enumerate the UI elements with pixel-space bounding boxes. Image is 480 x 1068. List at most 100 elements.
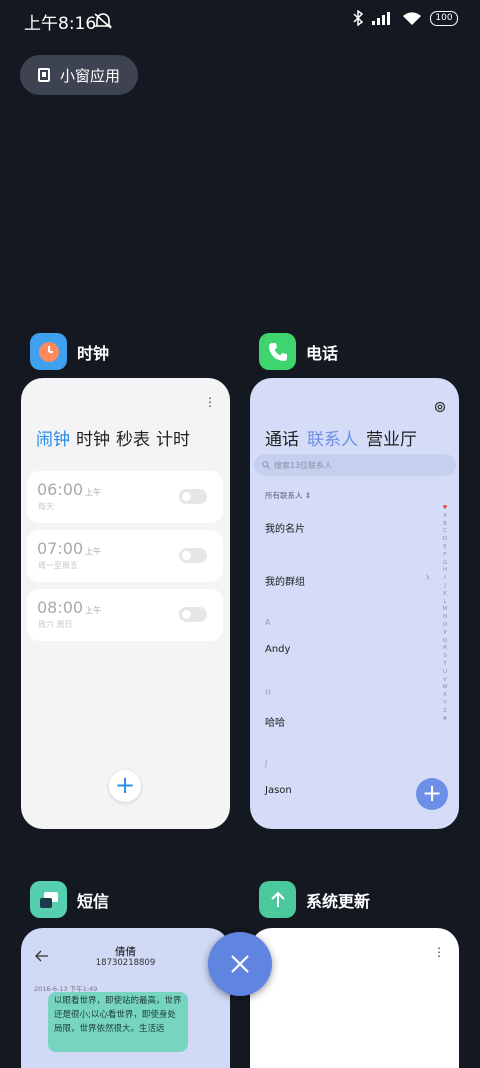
index-letter[interactable]: B bbox=[441, 521, 449, 529]
contact-name: 倩倩 bbox=[115, 946, 136, 958]
index-letter[interactable]: C bbox=[441, 528, 449, 536]
sms-app-header[interactable]: 短信 bbox=[30, 881, 109, 918]
my-groups-item[interactable]: 我的群组 › bbox=[265, 570, 430, 588]
index-letter[interactable]: Y bbox=[441, 700, 449, 708]
clock-tabs: 闹钟 时钟 秒表 计时 bbox=[36, 425, 190, 450]
index-letter[interactable]: P bbox=[441, 630, 449, 638]
sms-app-card[interactable]: 倩倩 18730218809 2016-6-13 下午1:49 以眼看世界，即使… bbox=[21, 928, 230, 1068]
update-app-name: 系统更新 bbox=[306, 891, 371, 911]
add-contact-button[interactable]: + bbox=[416, 778, 448, 810]
contact-filter-label: 所有联系人 bbox=[265, 491, 303, 500]
index-letter[interactable]: E bbox=[441, 544, 449, 552]
section-letter: H bbox=[265, 688, 272, 697]
index-letter[interactable]: G bbox=[441, 560, 449, 568]
add-alarm-button[interactable]: + bbox=[109, 770, 141, 802]
alarm-ampm: 上午 bbox=[85, 547, 102, 556]
phone-app-card[interactable]: 通话 联系人 营业厅 搜索13位联系人 所有联系人 ⇕ 我的名片 我的群组 › … bbox=[250, 378, 459, 829]
small-window-apps-button[interactable]: 小窗应用 bbox=[20, 55, 138, 95]
settings-gear-icon[interactable] bbox=[434, 401, 446, 413]
chevron-updown-icon: ⇕ bbox=[304, 491, 312, 500]
search-icon bbox=[262, 461, 270, 469]
index-letter[interactable]: L bbox=[441, 599, 449, 607]
tab-calls[interactable]: 通话 bbox=[265, 425, 299, 450]
tab-alarm[interactable]: 闹钟 bbox=[36, 425, 70, 450]
update-app-header[interactable]: 系统更新 bbox=[259, 881, 370, 918]
my-card-item[interactable]: 我的名片 bbox=[265, 520, 305, 535]
tab-service-hall[interactable]: 营业厅 bbox=[366, 425, 417, 450]
alarm-item[interactable]: 06:00 上午 每天 bbox=[27, 471, 223, 523]
alphabet-index-bar[interactable]: ♥ A B C D E F G H I J K L M N O P Q R S T U V W X Y Z # bbox=[441, 505, 449, 723]
index-letter[interactable]: H bbox=[441, 567, 449, 575]
index-letter[interactable]: M bbox=[441, 606, 449, 614]
contact-item[interactable]: Jason bbox=[265, 785, 292, 796]
section-letter: A bbox=[265, 618, 271, 627]
alarm-repeat: 周一至周五 bbox=[38, 561, 78, 570]
clock-app-icon bbox=[30, 333, 67, 370]
contact-number: 18730218809 bbox=[95, 958, 156, 968]
index-letter[interactable]: X bbox=[441, 692, 449, 700]
clock-app-card[interactable]: ⋮ 闹钟 时钟 秒表 计时 06:00 上午 每天 07:00 上午 周一至周五 0… bbox=[21, 378, 230, 829]
alarm-toggle[interactable] bbox=[179, 607, 207, 622]
index-letter[interactable]: S bbox=[441, 653, 449, 661]
notification-off-icon bbox=[94, 13, 112, 29]
index-letter[interactable]: Z bbox=[441, 708, 449, 716]
status-icons: 100 bbox=[352, 10, 458, 26]
clear-all-button[interactable] bbox=[208, 932, 272, 996]
tab-contacts[interactable]: 联系人 bbox=[307, 425, 358, 450]
alarm-time: 06:00 bbox=[37, 480, 84, 499]
alarm-time: 08:00 bbox=[37, 598, 84, 617]
close-icon bbox=[231, 955, 249, 973]
index-letter[interactable]: # bbox=[441, 716, 449, 724]
alarm-ampm: 上午 bbox=[85, 606, 102, 615]
alarm-item[interactable]: 07:00 上午 周一至周五 bbox=[27, 530, 223, 582]
tab-clock[interactable]: 时钟 bbox=[76, 425, 110, 450]
status-time: 上午8:16 bbox=[24, 14, 97, 34]
contact-search-input[interactable]: 搜索13位联系人 bbox=[254, 454, 456, 476]
wifi-icon bbox=[403, 11, 421, 25]
bluetooth-icon bbox=[353, 10, 364, 26]
alarm-repeat: 周六 周日 bbox=[38, 620, 73, 629]
index-letter[interactable]: W bbox=[441, 684, 449, 692]
alarm-toggle[interactable] bbox=[179, 489, 207, 504]
contact-item[interactable]: 哈哈 bbox=[265, 714, 285, 729]
sms-app-icon bbox=[30, 881, 67, 918]
sms-app-name: 短信 bbox=[77, 891, 110, 911]
more-menu-icon[interactable]: ⋮ bbox=[204, 396, 216, 408]
clock-app-header[interactable]: 时钟 bbox=[30, 333, 109, 370]
tab-stopwatch[interactable]: 秒表 bbox=[116, 425, 150, 450]
message-bubble[interactable]: 以眼看世界，即使站的最高，世界还是很小;以心看世界，即使身处局限，世界依然很大。… bbox=[48, 992, 188, 1052]
index-letter[interactable]: N bbox=[441, 614, 449, 622]
phone-app-name: 电话 bbox=[306, 343, 339, 363]
index-letter[interactable]: R bbox=[441, 645, 449, 653]
battery-icon: 100 bbox=[430, 10, 458, 26]
section-letter: J bbox=[265, 759, 268, 768]
index-letter[interactable]: I bbox=[441, 575, 449, 583]
alarm-repeat: 每天 bbox=[38, 502, 54, 511]
alarm-toggle[interactable] bbox=[179, 548, 207, 563]
index-letter[interactable]: ♥ bbox=[441, 505, 449, 513]
index-letter[interactable]: O bbox=[441, 622, 449, 630]
index-letter[interactable]: D bbox=[441, 536, 449, 544]
index-letter[interactable]: J bbox=[441, 583, 449, 591]
phone-app-icon bbox=[259, 333, 296, 370]
contact-filter-dropdown[interactable]: 所有联系人 ⇕ bbox=[265, 490, 311, 501]
index-letter[interactable]: Q bbox=[441, 638, 449, 646]
index-letter[interactable]: U bbox=[441, 669, 449, 677]
index-letter[interactable]: F bbox=[441, 552, 449, 560]
alarm-item[interactable]: 08:00 上午 周六 周日 bbox=[27, 589, 223, 641]
update-app-icon bbox=[259, 881, 296, 918]
chevron-right-icon: › bbox=[425, 570, 430, 584]
contact-item[interactable]: Andy bbox=[265, 644, 290, 655]
more-menu-icon[interactable]: ⋮ bbox=[433, 946, 445, 958]
alarm-ampm: 上午 bbox=[85, 488, 102, 497]
small-window-label: 小窗应用 bbox=[60, 66, 121, 85]
update-app-card[interactable]: ⋮ bbox=[250, 928, 459, 1068]
phone-tabs: 通话 联系人 营业厅 bbox=[265, 425, 417, 450]
index-letter[interactable]: A bbox=[441, 513, 449, 521]
index-letter[interactable]: T bbox=[441, 661, 449, 669]
tab-timer[interactable]: 计时 bbox=[156, 425, 190, 450]
index-letter[interactable]: V bbox=[441, 677, 449, 685]
index-letter[interactable]: K bbox=[441, 591, 449, 599]
phone-app-header[interactable]: 电话 bbox=[259, 333, 338, 370]
alarm-time: 07:00 bbox=[37, 539, 84, 558]
